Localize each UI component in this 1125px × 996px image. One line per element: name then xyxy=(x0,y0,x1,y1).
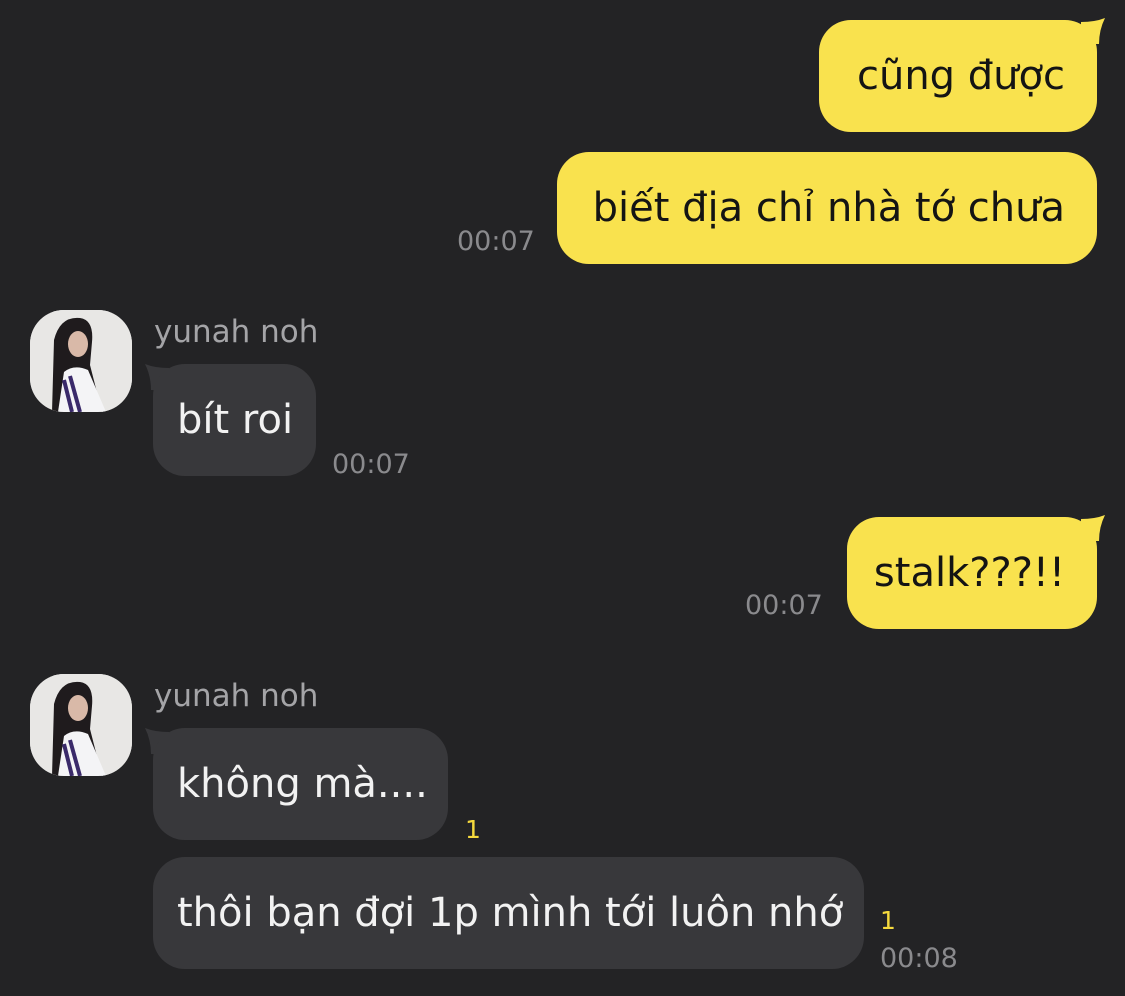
unread-count: 1 xyxy=(880,906,896,935)
message-timestamp: 00:07 xyxy=(745,590,823,621)
incoming-message-bubble[interactable]: thôi bạn đợi 1p mình tới luôn nhớ xyxy=(153,857,864,969)
message-timestamp: 00:08 xyxy=(880,943,958,974)
incoming-message-bubble[interactable]: bít roi xyxy=(153,364,316,476)
incoming-message-bubble[interactable]: không mà.... xyxy=(153,728,448,840)
message-timestamp: 00:07 xyxy=(457,226,535,257)
message-text: stalk???!! xyxy=(873,550,1065,596)
outgoing-message-bubble[interactable]: biết địa chỉ nhà tớ chưa xyxy=(557,152,1097,264)
sender-name: yunah noh xyxy=(154,314,319,350)
message-text: không mà.... xyxy=(177,761,428,807)
profile-photo-icon xyxy=(30,310,132,412)
outgoing-message-bubble[interactable]: cũng được xyxy=(819,20,1097,132)
message-text: thôi bạn đợi 1p mình tới luôn nhớ xyxy=(177,890,844,936)
outgoing-message-bubble[interactable]: stalk???!! xyxy=(847,517,1097,629)
profile-photo-icon xyxy=(30,674,132,776)
unread-count: 1 xyxy=(465,815,481,844)
message-text: cũng được xyxy=(856,53,1065,99)
message-timestamp: 00:07 xyxy=(332,449,410,480)
message-text: biết địa chỉ nhà tớ chưa xyxy=(592,185,1065,231)
avatar[interactable] xyxy=(30,310,132,412)
message-text: bít roi xyxy=(177,397,294,443)
sender-name: yunah noh xyxy=(154,678,319,714)
avatar[interactable] xyxy=(30,674,132,776)
